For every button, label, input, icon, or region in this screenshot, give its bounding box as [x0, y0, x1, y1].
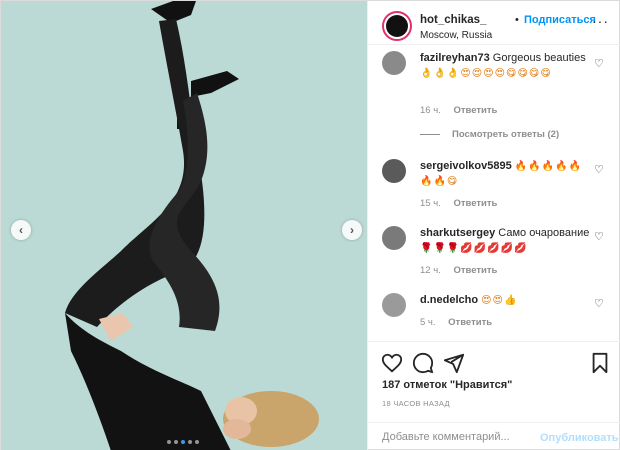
- add-comment-bar: Опубликовать: [368, 422, 620, 450]
- comment-time[interactable]: 12 ч.: [420, 265, 441, 276]
- comment-time[interactable]: 16 ч.: [420, 105, 441, 116]
- comment-like-heart-icon[interactable]: ♡: [594, 163, 604, 176]
- publish-button[interactable]: Опубликовать: [540, 432, 619, 444]
- replies-divider-line: [420, 133, 440, 135]
- commenter-avatar[interactable]: [382, 51, 406, 75]
- comment-meta: 5 ч. Ответить: [420, 317, 492, 328]
- instagram-post: ‹ › hot_chikas_ • Подписаться Moscow, Ru…: [0, 0, 620, 450]
- comment-emoji: 🌹🌹🌹💋💋💋💋💋: [420, 243, 528, 254]
- comment-text: fazilreyhan73 Gorgeous beauties 👌👌👌😍😍😍😍😋…: [420, 51, 590, 81]
- likes-count[interactable]: 187 отметок "Нравится": [382, 379, 512, 391]
- comment-text: sergeivolkov5895 🔥🔥🔥🔥🔥🔥🔥😋: [420, 159, 590, 189]
- comment-emoji: 😍😍👍: [481, 295, 518, 306]
- reply-button[interactable]: Ответить: [453, 265, 497, 276]
- comment-time[interactable]: 15 ч.: [420, 198, 441, 209]
- comment-like-heart-icon[interactable]: ♡: [594, 57, 604, 70]
- separator-bullet: •: [515, 14, 519, 26]
- speech-bubble-icon[interactable]: [412, 352, 434, 374]
- comment-like-heart-icon[interactable]: ♡: [594, 230, 604, 243]
- commenter-avatar[interactable]: [382, 226, 406, 250]
- comment-username[interactable]: sharkutsergey: [420, 227, 495, 239]
- comment-like-heart-icon[interactable]: ♡: [594, 297, 604, 310]
- comment-body: Само очарование: [498, 227, 590, 239]
- view-replies-label: Посмотреть ответы (2): [452, 129, 560, 140]
- reply-button[interactable]: Ответить: [448, 317, 492, 328]
- post-location[interactable]: Moscow, Russia: [420, 30, 492, 41]
- commenter-avatar[interactable]: [382, 159, 406, 183]
- avatar-image: [386, 15, 408, 37]
- carousel-prev-button[interactable]: ‹: [11, 220, 31, 240]
- carousel-dot: [188, 440, 192, 444]
- comment-body: Gorgeous beauties: [492, 52, 586, 64]
- carousel-dot: [195, 440, 199, 444]
- view-replies-button[interactable]: Посмотреть ответы (2): [420, 129, 559, 140]
- chevron-right-icon: ›: [350, 223, 354, 237]
- comment-time[interactable]: 5 ч.: [420, 317, 436, 328]
- post-header: hot_chikas_ • Подписаться Moscow, Russia…: [368, 1, 620, 45]
- reply-button[interactable]: Ответить: [453, 105, 497, 116]
- carousel-indicator: [167, 440, 199, 444]
- post-timestamp[interactable]: 18 ЧАСОВ НАЗАД: [382, 399, 450, 408]
- carousel-dot-active: [181, 440, 185, 444]
- comment-input[interactable]: [382, 431, 532, 443]
- commenter-avatar[interactable]: [382, 293, 406, 317]
- paper-plane-icon[interactable]: [443, 352, 465, 374]
- post-actions: 187 отметок "Нравится" 18 ЧАСОВ НАЗАД Оп…: [368, 341, 620, 450]
- comment-username[interactable]: d.nedelcho: [420, 294, 478, 306]
- comment-username[interactable]: sergeivolkov5895: [420, 160, 512, 172]
- comment-text: d.nedelcho 😍😍👍: [420, 293, 590, 308]
- carousel-dot: [167, 440, 171, 444]
- reply-button[interactable]: Ответить: [453, 198, 497, 209]
- comment-emoji: 👌👌👌😍😍😍😍😋😋😋😋: [420, 68, 552, 79]
- chevron-left-icon: ‹: [19, 223, 23, 237]
- author-avatar[interactable]: [382, 11, 412, 41]
- more-options-icon[interactable]: ···: [592, 13, 609, 29]
- comment-username[interactable]: fazilreyhan73: [420, 52, 490, 64]
- author-username[interactable]: hot_chikas_: [420, 14, 486, 26]
- comment-meta: 16 ч. Ответить: [420, 105, 497, 116]
- follow-button[interactable]: Подписаться: [524, 14, 596, 26]
- post-sidebar: hot_chikas_ • Подписаться Moscow, Russia…: [367, 1, 620, 450]
- carousel-dot: [174, 440, 178, 444]
- comment-meta: 15 ч. Ответить: [420, 198, 497, 209]
- post-photo: [1, 1, 367, 450]
- heart-icon[interactable]: [381, 352, 403, 374]
- bookmark-icon[interactable]: [589, 352, 611, 374]
- comment-meta: 12 ч. Ответить: [420, 265, 497, 276]
- post-media[interactable]: ‹ ›: [1, 1, 367, 450]
- comments-list: fazilreyhan73 Gorgeous beauties 👌👌👌😍😍😍😍😋…: [368, 45, 620, 341]
- carousel-next-button[interactable]: ›: [342, 220, 362, 240]
- comment-text: sharkutsergey Само очарование 🌹🌹🌹💋💋💋💋💋: [420, 226, 590, 256]
